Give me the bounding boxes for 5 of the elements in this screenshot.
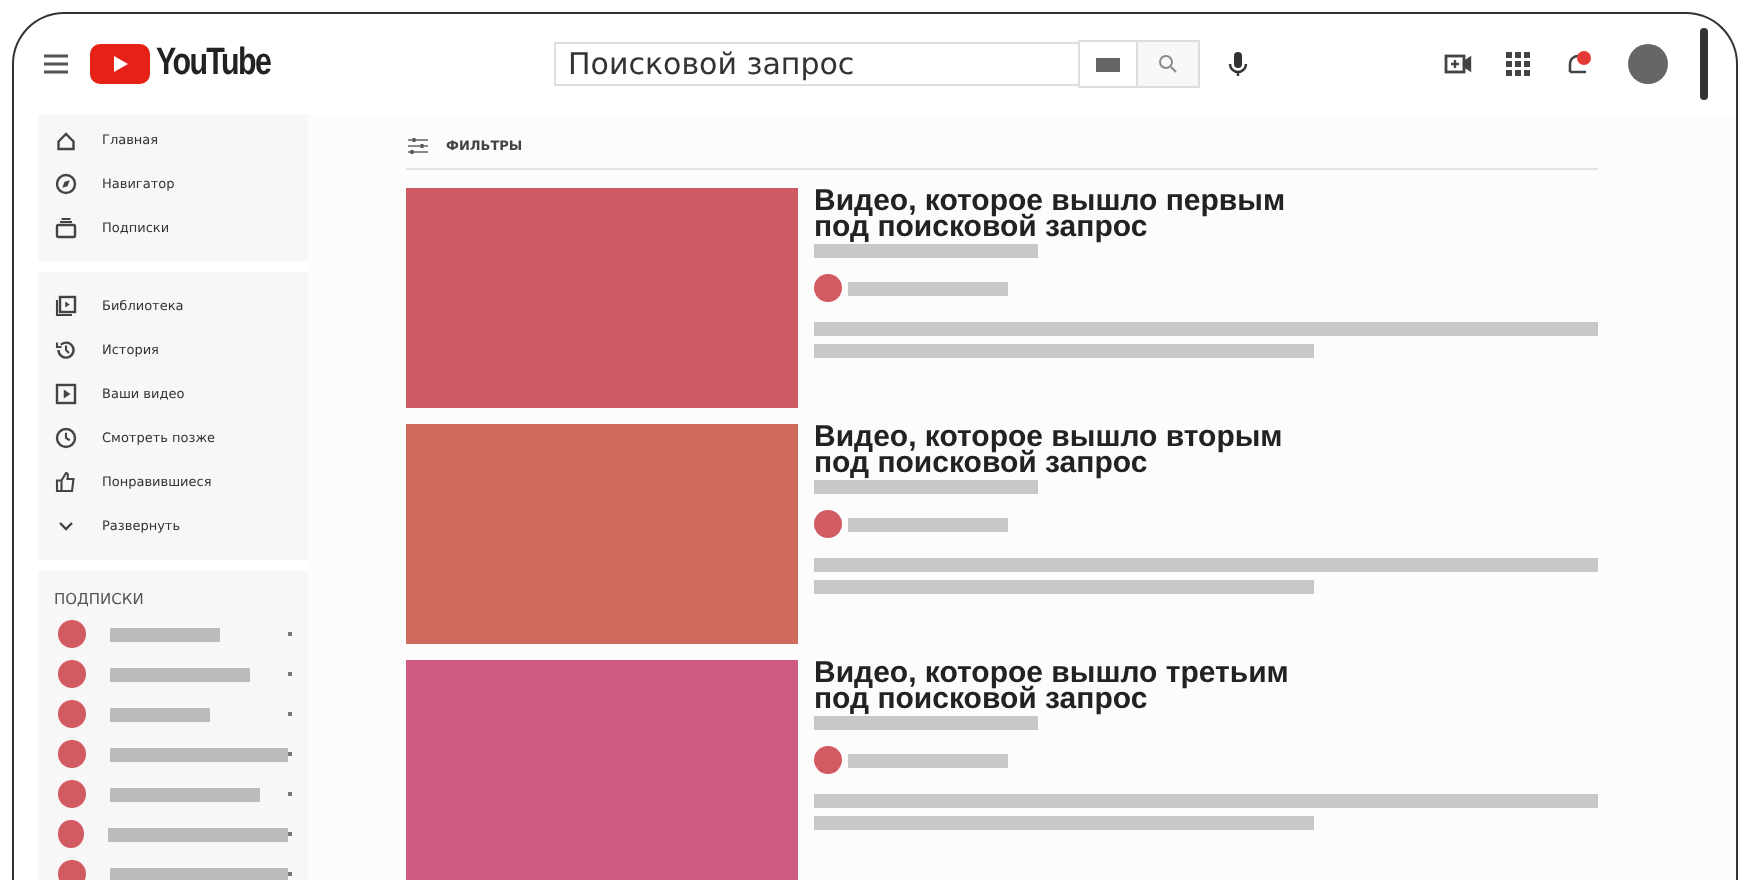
search-field[interactable]: Поисковой запрос bbox=[554, 42, 1078, 86]
video-title[interactable]: Видео, которое вышло первым под поисковой запрос bbox=[814, 188, 1294, 240]
video-title[interactable]: Видео, которое вышло третьим под поисковой запрос bbox=[814, 660, 1294, 712]
logo-text[interactable]: YouTube bbox=[156, 42, 271, 86]
video-title[interactable]: Видео, которое вышло вторым под поисковой запрос bbox=[814, 424, 1294, 476]
